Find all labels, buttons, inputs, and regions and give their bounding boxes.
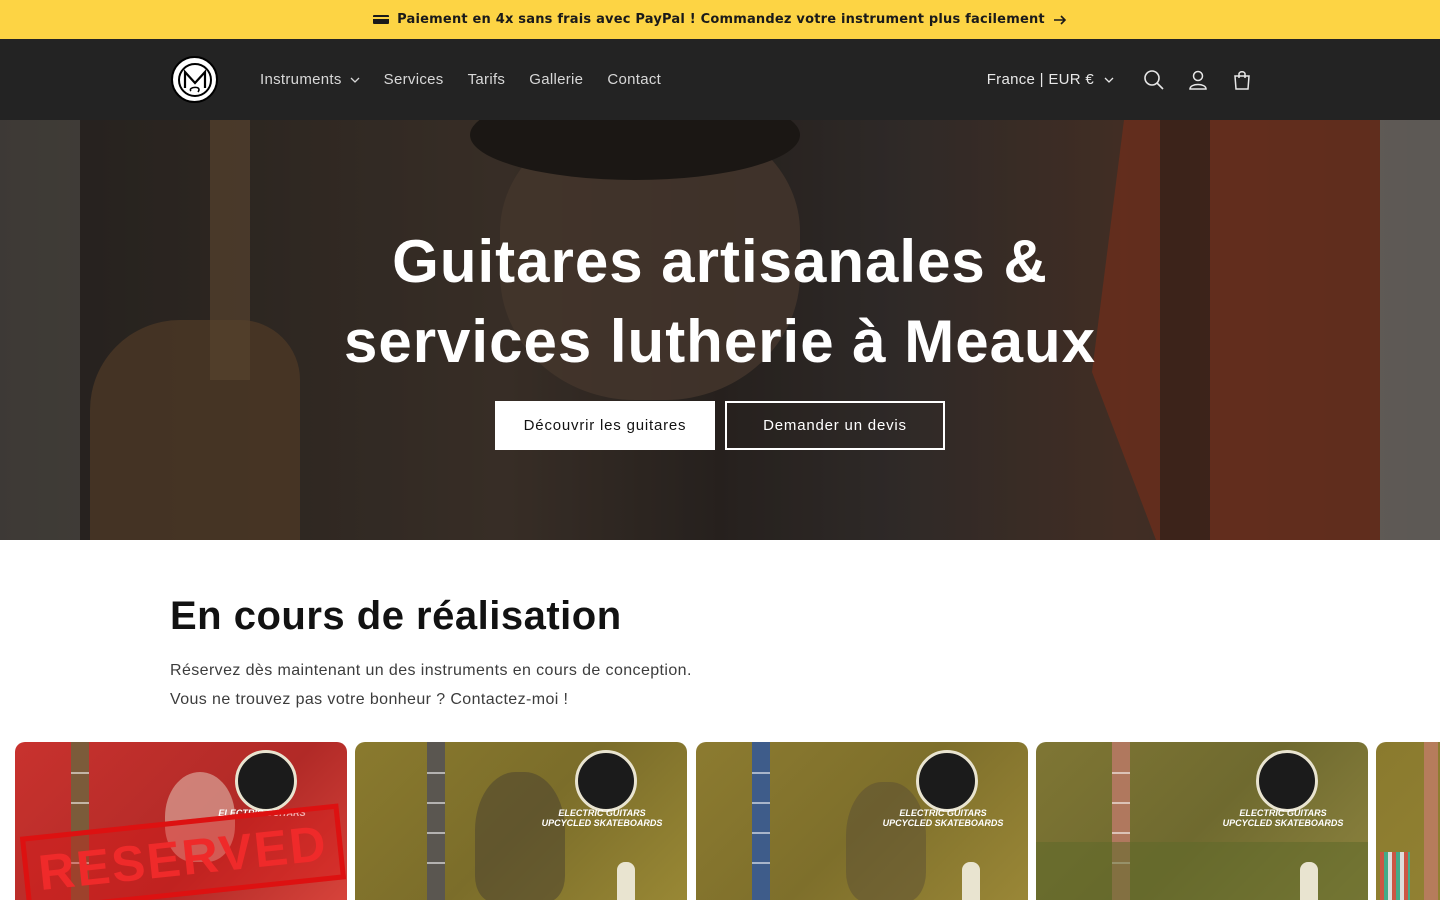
card-caption-line2: UPCYCLED SKATEBOARDS — [541, 818, 663, 828]
announcement-bar[interactable]: Paiement en 4x sans frais avec PayPal ! … — [0, 0, 1440, 39]
hero-buttons: Découvrir les guitares Demander un devis — [0, 401, 1440, 450]
account-icon[interactable] — [1176, 58, 1220, 102]
card-caption-line2: UPCYCLED SKATEBOARDS — [1222, 818, 1344, 828]
nav-tarifs-label: Tarifs — [467, 71, 506, 88]
nav-tarifs[interactable]: Tarifs — [468, 71, 506, 88]
locale-label: France | EUR € — [986, 71, 1094, 88]
nav-services-label: Services — [383, 71, 444, 88]
nav-instruments[interactable]: Instruments — [260, 71, 360, 88]
request-quote-button[interactable]: Demander un devis — [725, 401, 945, 450]
nav-gallerie-label: Gallerie — [529, 71, 584, 88]
cart-icon[interactable] — [1220, 58, 1264, 102]
brand-badge-icon — [575, 750, 637, 812]
credit-card-icon — [373, 15, 390, 24]
nav-gallerie[interactable]: Gallerie — [529, 71, 583, 88]
hero-title: Guitares artisanales & services lutherie… — [0, 222, 1440, 382]
section-title: En cours de réalisation — [170, 594, 622, 638]
guitar-neck-image — [752, 742, 770, 900]
main-nav: Instruments Services Tarifs Gallerie Con… — [260, 39, 685, 120]
brand-badge-icon — [916, 750, 978, 812]
locale-selector[interactable]: France | EUR € — [987, 71, 1114, 88]
chevron-down-icon — [1104, 77, 1114, 83]
hero-title-line1: Guitares artisanales & — [392, 228, 1048, 295]
announcement-text: Paiement en 4x sans frais avec PayPal ! … — [397, 12, 1045, 27]
brand-badge-icon — [235, 750, 297, 812]
discover-guitars-button[interactable]: Découvrir les guitares — [495, 401, 715, 450]
card-caption-line1: ELECTRIC GUITARS — [899, 808, 987, 818]
product-card[interactable]: ELECTRIC GUITARS UPCYCLED SKATEBOARDS — [355, 742, 687, 900]
nav-services[interactable]: Services — [384, 71, 444, 88]
nav-instruments-label: Instruments — [260, 71, 342, 88]
section-desc-line1: Réservez dès maintenant un des instrumen… — [170, 662, 692, 679]
site-header: Instruments Services Tarifs Gallerie Con… — [0, 39, 1440, 120]
header-actions: France | EUR € — [987, 39, 1264, 120]
chevron-down-icon — [350, 77, 360, 83]
hero-banner: Guitares artisanales & services lutherie… — [0, 120, 1440, 540]
card-caption-line1: ELECTRIC GUITARS — [558, 808, 646, 818]
hero-title-line2: services lutherie à Meaux — [343, 308, 1097, 375]
section-description: Réservez dès maintenant un des instrumen… — [170, 656, 692, 714]
product-card[interactable]: ELECTRIC GUITARS UPCYCLED SKATEBOARDS — [696, 742, 1028, 900]
guitar-neck-image — [427, 742, 445, 900]
product-card[interactable]: ELECTRIC GUITARS RESERVED — [15, 742, 347, 900]
nav-contact-label: Contact — [607, 71, 662, 88]
arrow-right-icon — [1053, 14, 1066, 25]
card-caption-line2: UPCYCLED SKATEBOARDS — [882, 818, 1004, 828]
ms-logo-icon[interactable] — [171, 56, 218, 103]
product-card[interactable]: ELECTRIC GUITARS UPCYCLED SKATEBOARDS — [1036, 742, 1368, 900]
card-caption-line1: ELECTRIC GUITARS — [1239, 808, 1327, 818]
card-caption: ELECTRIC GUITARS UPCYCLED SKATEBOARDS — [868, 808, 1018, 828]
card-caption: ELECTRIC GUITARS UPCYCLED SKATEBOARDS — [527, 808, 677, 828]
section-desc-line2: Vous ne trouvez pas votre bonheur ? Cont… — [170, 691, 569, 708]
product-card[interactable] — [1376, 742, 1440, 900]
product-carousel: ELECTRIC GUITARS RESERVED ELECTRIC GUITA… — [15, 742, 1440, 900]
search-icon[interactable] — [1132, 58, 1176, 102]
nav-contact[interactable]: Contact — [607, 71, 661, 88]
card-caption: ELECTRIC GUITARS UPCYCLED SKATEBOARDS — [1208, 808, 1358, 828]
brand-badge-icon — [1256, 750, 1318, 812]
